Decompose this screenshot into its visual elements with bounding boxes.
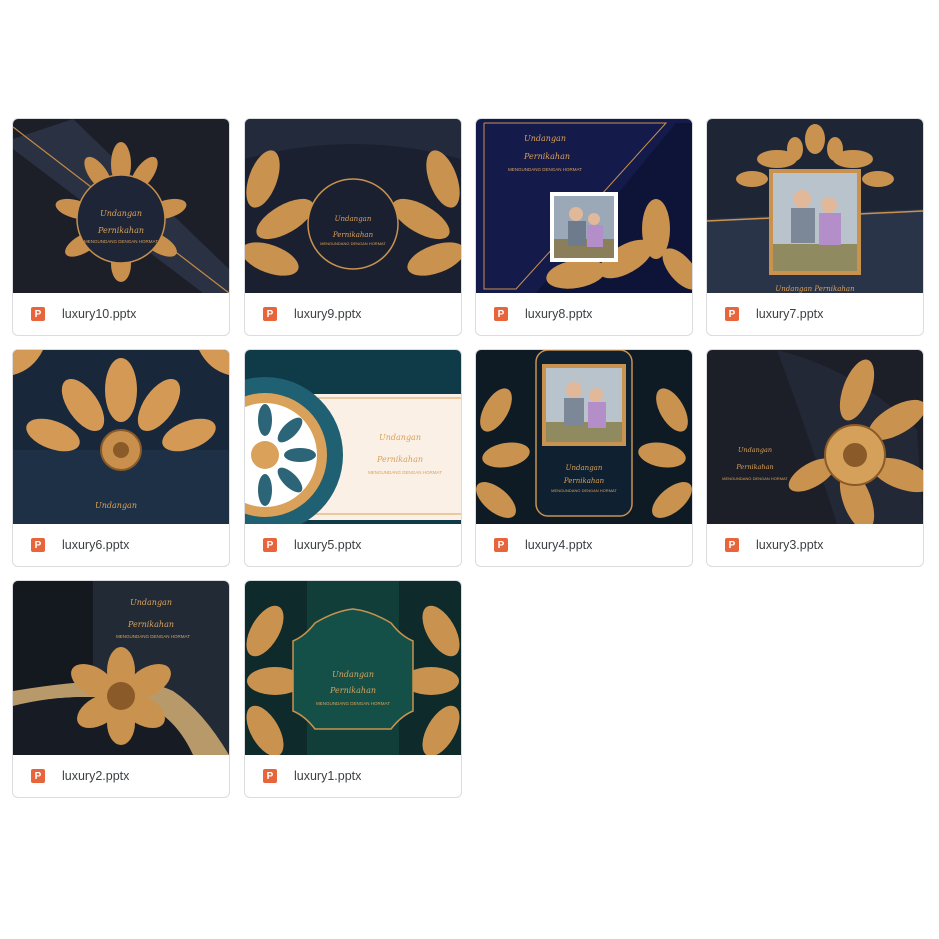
thumbnail-luxury4: Undangan Pernikahan MENGUNDANG DENGAN HO… xyxy=(476,350,692,524)
file-footer: P luxury7.pptx xyxy=(707,293,923,335)
powerpoint-icon: P xyxy=(725,538,739,552)
thumbnail-luxury6: Undangan xyxy=(13,350,229,524)
powerpoint-icon: P xyxy=(31,307,45,321)
file-name: luxury2.pptx xyxy=(62,769,130,783)
file-name: luxury10.pptx xyxy=(62,307,137,321)
powerpoint-icon: P xyxy=(31,769,45,783)
invite-title-2: Pernikahan xyxy=(376,455,423,464)
invite-title-1: Undangan xyxy=(100,209,142,218)
invite-subtitle: MENGUNDANG DENGAN HORMAT xyxy=(368,470,442,475)
powerpoint-icon: P xyxy=(263,769,277,783)
invite-subtitle: MENGUNDANG DENGAN HORMAT xyxy=(84,239,158,244)
file-footer: P luxury5.pptx xyxy=(245,524,461,566)
invite-subtitle: MENGUNDANG DENGAN HORMAT xyxy=(320,241,386,246)
invite-title-1: Undangan xyxy=(95,501,137,510)
powerpoint-icon: P xyxy=(263,307,277,321)
file-card-luxury8[interactable]: Undangan Pernikahan MENGUNDANG DENGAN HO… xyxy=(475,118,693,336)
powerpoint-icon: P xyxy=(725,307,739,321)
invite-subtitle: MENGUNDANG DENGAN HORMAT xyxy=(551,488,617,493)
file-footer: P luxury4.pptx xyxy=(476,524,692,566)
invite-subtitle: MENGUNDANG DENGAN HORMAT xyxy=(508,167,582,172)
file-card-luxury5[interactable]: Undangan Pernikahan MENGUNDANG DENGAN HO… xyxy=(244,349,462,567)
file-footer: P luxury9.pptx xyxy=(245,293,461,335)
invite-title-2: Pernikahan xyxy=(735,463,773,471)
invite-title-1: Undangan xyxy=(335,215,372,223)
thumbnail-luxury10: Undangan Pernikahan MENGUNDANG DENGAN HO… xyxy=(13,119,229,293)
file-footer: P luxury1.pptx xyxy=(245,755,461,797)
file-name: luxury5.pptx xyxy=(294,538,362,552)
powerpoint-icon: P xyxy=(263,538,277,552)
invite-subtitle: MENGUNDANG DENGAN HORMAT xyxy=(722,476,788,481)
thumbnail-luxury5: Undangan Pernikahan MENGUNDANG DENGAN HO… xyxy=(245,350,461,524)
file-footer: P luxury8.pptx xyxy=(476,293,692,335)
file-footer: P luxury10.pptx xyxy=(13,293,229,335)
thumbnail-luxury8: Undangan Pernikahan MENGUNDANG DENGAN HO… xyxy=(476,119,692,293)
invite-title-2: Pernikahan xyxy=(523,152,570,161)
thumbnail-luxury1: Undangan Pernikahan MENGUNDANG DENGAN HO… xyxy=(245,581,461,755)
file-name: luxury3.pptx xyxy=(756,538,824,552)
file-card-luxury9[interactable]: Undangan Pernikahan MENGUNDANG DENGAN HO… xyxy=(244,118,462,336)
invite-title-1: Undangan Pernikahan xyxy=(775,285,855,293)
invite-title-1: Undangan xyxy=(738,446,772,454)
invite-title-1: Undangan xyxy=(332,670,374,679)
powerpoint-icon: P xyxy=(494,307,508,321)
powerpoint-icon: P xyxy=(494,538,508,552)
invite-title-1: Undangan xyxy=(130,598,172,607)
file-footer: P luxury2.pptx xyxy=(13,755,229,797)
file-name: luxury6.pptx xyxy=(62,538,130,552)
file-card-luxury10[interactable]: Undangan Pernikahan MENGUNDANG DENGAN HO… xyxy=(12,118,230,336)
file-name: luxury8.pptx xyxy=(525,307,593,321)
invite-title-2: Pernikahan xyxy=(332,231,374,239)
file-card-luxury6[interactable]: Undangan P luxury6.pptx xyxy=(12,349,230,567)
file-name: luxury9.pptx xyxy=(294,307,362,321)
invite-title-1: Undangan xyxy=(566,464,603,472)
invite-title-1: Undangan xyxy=(524,134,566,143)
thumbnail-luxury3: Undangan Pernikahan MENGUNDANG DENGAN HO… xyxy=(707,350,923,524)
file-name: luxury4.pptx xyxy=(525,538,593,552)
file-card-luxury1[interactable]: Undangan Pernikahan MENGUNDANG DENGAN HO… xyxy=(244,580,462,798)
file-name: luxury1.pptx xyxy=(294,769,362,783)
invite-title-2: Pernikahan xyxy=(329,686,376,695)
file-card-luxury2[interactable]: Undangan Pernikahan MENGUNDANG DENGAN HO… xyxy=(12,580,230,798)
invite-title-1: Undangan xyxy=(379,433,421,442)
file-card-luxury4[interactable]: Undangan Pernikahan MENGUNDANG DENGAN HO… xyxy=(475,349,693,567)
thumbnail-luxury7: Undangan Pernikahan xyxy=(707,119,923,293)
file-footer: P luxury3.pptx xyxy=(707,524,923,566)
invite-title-2: Pernikahan xyxy=(563,477,605,485)
file-card-luxury3[interactable]: Undangan Pernikahan MENGUNDANG DENGAN HO… xyxy=(706,349,924,567)
invite-subtitle: MENGUNDANG DENGAN HORMAT xyxy=(316,701,390,706)
invite-title-2: Pernikahan xyxy=(97,226,144,235)
file-name: luxury7.pptx xyxy=(756,307,824,321)
invite-title-2: Pernikahan xyxy=(127,620,174,629)
file-footer: P luxury6.pptx xyxy=(13,524,229,566)
powerpoint-icon: P xyxy=(31,538,45,552)
thumbnail-luxury9: Undangan Pernikahan MENGUNDANG DENGAN HO… xyxy=(245,119,461,293)
invite-subtitle: MENGUNDANG DENGAN HORMAT xyxy=(116,634,190,639)
file-card-luxury7[interactable]: Undangan Pernikahan P luxury7.pptx xyxy=(706,118,924,336)
thumbnail-luxury2: Undangan Pernikahan MENGUNDANG DENGAN HO… xyxy=(13,581,229,755)
